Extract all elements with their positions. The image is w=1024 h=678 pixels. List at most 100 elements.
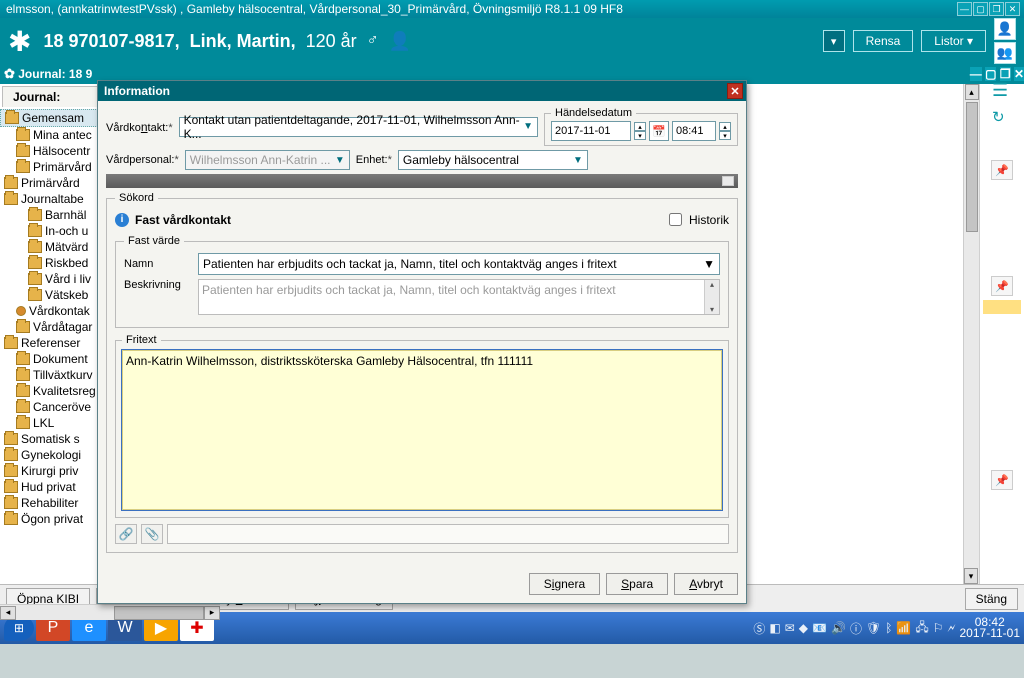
- toolbar-strip: [106, 174, 738, 188]
- sub-maximize-icon[interactable]: ❐: [1000, 67, 1011, 81]
- folder-icon: [4, 465, 18, 477]
- rensa-button[interactable]: Rensa: [853, 30, 914, 52]
- time-input[interactable]: [672, 121, 716, 141]
- beskrivning-label: Beskrivning: [124, 279, 192, 291]
- chevron-down-icon: ▼: [335, 155, 345, 166]
- folder-icon: [28, 257, 42, 269]
- vertical-scrollbar[interactable]: ▴ ▾: [963, 84, 979, 584]
- tree-label: Primärvård: [21, 176, 80, 190]
- tree-label: Mätvärd: [45, 240, 88, 254]
- fritext-textarea[interactable]: [122, 350, 722, 510]
- sub-close-icon[interactable]: ✕: [1014, 67, 1024, 81]
- dropdown-menu-button[interactable]: ▾: [823, 30, 845, 52]
- info-icon: i: [115, 213, 129, 227]
- vardkontakt-value: Kontakt utan patientdeltagande, 2017-11-…: [184, 113, 523, 141]
- attachment-field[interactable]: [167, 524, 729, 544]
- fritext-fieldset: Fritext: [115, 334, 729, 518]
- wifi-icon[interactable]: 📶: [896, 621, 911, 635]
- information-dialog: Information ✕ Vårdkontakt: Kontakt utan …: [97, 80, 747, 604]
- sub-restore-icon[interactable]: ▢: [985, 67, 996, 81]
- network-icon[interactable]: 🖧: [915, 618, 928, 639]
- battery-icon[interactable]: 🗲: [948, 621, 956, 636]
- date-input[interactable]: [551, 121, 631, 141]
- folder-icon: [16, 417, 30, 429]
- folder-icon: [16, 353, 30, 365]
- dialog-titlebar: Information ✕: [98, 81, 746, 101]
- mail-icon[interactable]: ✉: [785, 621, 795, 635]
- tree-hscroll[interactable]: ◂▸: [0, 604, 220, 620]
- minimize-icon[interactable]: —: [957, 2, 972, 16]
- chevron-down-icon: ▼: [573, 155, 583, 166]
- history-icon[interactable]: ↻: [992, 108, 1012, 128]
- signera-button[interactable]: Signera: [529, 573, 600, 595]
- namn-value: Patienten har erbjudits och tackat ja, N…: [203, 257, 617, 271]
- tree-label: Vårdåtagar: [33, 320, 92, 334]
- sub-minimize-icon[interactable]: —: [970, 67, 982, 81]
- dot-icon: [16, 306, 26, 316]
- link-icon[interactable]: 🔗: [115, 524, 137, 544]
- folder-icon: [4, 513, 18, 525]
- dialog-close-icon[interactable]: ✕: [727, 83, 743, 99]
- avbryt-button[interactable]: Avbryt: [674, 573, 738, 595]
- calendar-icon[interactable]: 📅: [649, 121, 669, 141]
- enhet-label: Enhet:: [356, 154, 392, 166]
- pin-icon[interactable]: 📌: [991, 470, 1013, 490]
- tree-label: Vätskeb: [45, 288, 88, 302]
- spara-button[interactable]: Spara: [606, 573, 668, 595]
- expand-icon[interactable]: [722, 176, 734, 186]
- shield-icon[interactable]: 🛡: [866, 621, 881, 635]
- bluetooth-icon[interactable]: ᛒ: [885, 621, 892, 635]
- historik-check-input[interactable]: [669, 213, 682, 226]
- skype-icon[interactable]: Ⓢ: [753, 620, 765, 637]
- beskrivning-textarea[interactable]: Patienten har erbjudits och tackat ja, N…: [198, 279, 720, 315]
- flag-icon[interactable]: ⚐: [933, 621, 944, 635]
- folder-icon: [28, 289, 42, 301]
- pin-icon[interactable]: 📌: [991, 276, 1013, 296]
- chevron-down-icon: ▼: [703, 257, 715, 271]
- tray-icon[interactable]: ◆: [799, 621, 808, 635]
- window-title: elmsson, (annkatrinwtestPVssk) , Gamleby…: [6, 2, 623, 16]
- stang-button[interactable]: Stäng: [965, 588, 1018, 610]
- tree-label: Primärvård: [33, 160, 92, 174]
- paperclip-icon[interactable]: 📎: [141, 524, 163, 544]
- enhet-value: Gamleby hälsocentral: [403, 153, 519, 167]
- tree-label: Hud privat: [21, 480, 76, 494]
- tree-label: Somatisk s: [21, 432, 80, 446]
- maximize-icon[interactable]: ❐: [989, 2, 1004, 16]
- vardkontakt-combo[interactable]: Kontakt utan patientdeltagande, 2017-11-…: [179, 117, 538, 137]
- folder-icon: [28, 241, 42, 253]
- taskbar-clock[interactable]: 08:42 2017-11-01: [960, 617, 1021, 639]
- tray-icon[interactable]: ◧: [769, 621, 780, 635]
- close-icon[interactable]: ✕: [1005, 2, 1020, 16]
- folder-icon: [4, 449, 18, 461]
- tree-label: Journaltabe: [21, 192, 84, 206]
- outlook-icon[interactable]: 📧: [812, 621, 827, 635]
- window-titlebar: elmsson, (annkatrinwtestPVssk) , Gamleby…: [0, 0, 1024, 18]
- sokord-fieldset: Sökord i Fast vårdkontakt Historik Fast …: [106, 192, 738, 553]
- restore-icon[interactable]: ▢: [973, 2, 988, 16]
- hamburger-icon[interactable]: ☰: [992, 88, 1012, 104]
- tree-label: Kirurgi priv: [21, 464, 78, 478]
- tree-label: Riskbed: [45, 256, 88, 270]
- listor-button[interactable]: Listor ▾: [921, 30, 986, 52]
- tree-label: Hälsocentr: [33, 144, 90, 158]
- fast-vardkontakt-label: Fast vårdkontakt: [135, 213, 231, 227]
- enhet-combo[interactable]: Gamleby hälsocentral ▼: [398, 150, 588, 170]
- pin-icon[interactable]: 📌: [991, 160, 1013, 180]
- vardkontakt-label: Vårdkontakt:: [106, 120, 173, 134]
- namn-combo[interactable]: Patienten har erbjudits och tackat ja, N…: [198, 253, 720, 275]
- tray-icon[interactable]: ⓘ: [850, 620, 862, 637]
- tree-label: Vårdkontak: [29, 304, 90, 318]
- tree-label: LKL: [33, 416, 54, 430]
- tree-label: Mina antec: [33, 128, 92, 142]
- dialog-title: Information: [104, 84, 170, 98]
- volume-icon[interactable]: 🔊: [831, 621, 846, 635]
- tree-label: Tillväxtkurv: [33, 368, 93, 382]
- user-icon[interactable]: 👤: [994, 18, 1016, 40]
- users-icon[interactable]: 👥: [994, 42, 1016, 64]
- highlight-marker: [983, 300, 1021, 314]
- folder-icon: [28, 273, 42, 285]
- historik-checkbox[interactable]: Historik: [665, 210, 729, 229]
- tree-label: Kvalitetsreg: [33, 384, 96, 398]
- taskbar-date: 2017-11-01: [960, 628, 1021, 639]
